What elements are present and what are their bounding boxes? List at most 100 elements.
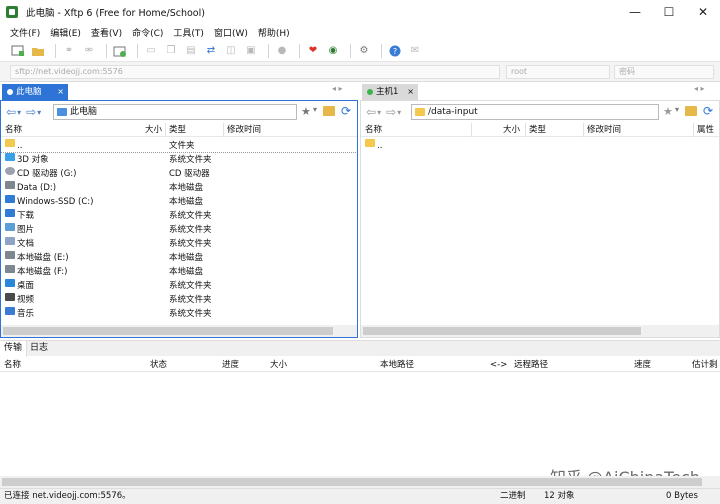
tab-local[interactable]: 此电脑 × [2,84,68,100]
remote-horizontal-scrollbar[interactable] [361,325,719,337]
open-folder-icon[interactable] [30,44,46,58]
chevron-down-icon[interactable]: ▾ [377,108,381,117]
disconnect-icon[interactable]: ⚮ [81,44,97,58]
minimize-button[interactable]: — [618,0,652,24]
column-divider[interactable] [525,123,526,137]
new-session-icon[interactable] [10,44,26,58]
chevron-down-icon[interactable]: ▾ [313,105,317,114]
column-attributes[interactable]: 属性 [697,123,714,137]
refresh-icon[interactable]: ⟳ [703,104,713,118]
delete-icon[interactable]: ▣ [243,44,259,58]
column-modified[interactable]: 修改时间 [227,123,261,137]
list-item[interactable]: CD 驱动器 (G:) CD 驱动器 [1,167,356,181]
column-size[interactable]: 大小 [270,358,287,372]
sync-arrows-icon[interactable]: ⇄ [203,44,219,58]
chevron-down-icon[interactable]: ▾ [17,108,21,117]
list-item[interactable]: 视频 系统文件夹 [1,293,356,307]
connect-icon[interactable]: ⚭ [61,44,77,58]
forward-arrow-icon[interactable]: ⇨ [26,105,36,119]
list-item[interactable]: 本地磁盘 (F:) 本地磁盘 [1,265,356,279]
column-size[interactable]: 大小 [503,123,520,137]
list-item[interactable]: 本地磁盘 (E:) 本地磁盘 [1,251,356,265]
menu-edit[interactable]: 编辑(E) [50,26,81,39]
column-modified[interactable]: 修改时间 [587,123,621,137]
menu-tools[interactable]: 工具(T) [173,26,204,39]
compare-icon[interactable]: ◫ [223,44,239,58]
transfer-horizontal-scrollbar[interactable] [0,476,720,488]
list-item[interactable]: 下载 系统文件夹 [1,209,356,223]
bookmark-star-icon[interactable]: ★ [301,105,311,118]
paste-icon[interactable]: ▤ [183,44,199,58]
column-name[interactable]: 名称 [5,123,22,137]
list-item[interactable]: 文档 系统文件夹 [1,237,356,251]
remote-path-field[interactable]: /data-input [411,104,659,120]
username-input[interactable]: root [506,65,610,79]
back-arrow-icon[interactable]: ⇦ [366,105,376,119]
parent-folder-icon[interactable] [685,106,697,116]
tab-transfer[interactable]: 传输 [0,341,28,357]
close-button[interactable]: ✕ [686,0,720,24]
tab-host1[interactable]: 主机1 × [362,84,418,100]
column-progress[interactable]: 进度 [222,358,239,372]
refresh-icon[interactable]: ⟳ [341,104,351,118]
help-icon[interactable]: ? [387,44,403,58]
close-icon[interactable]: × [57,84,64,100]
list-item[interactable]: .. [361,139,716,153]
column-name[interactable]: 名称 [4,358,21,372]
list-item[interactable]: 桌面 系统文件夹 [1,279,356,293]
column-name[interactable]: 名称 [365,123,382,137]
properties-icon[interactable]: ● [274,44,290,58]
gear-icon[interactable]: ⚙ [356,44,372,58]
menu-view[interactable]: 查看(V) [91,26,122,39]
xftp-icon[interactable]: ◉ [325,44,341,58]
column-divider[interactable] [471,123,472,137]
list-item[interactable]: .. 文件夹 [1,139,356,153]
column-divider[interactable] [165,123,166,137]
xshell-icon[interactable]: ❤ [305,44,321,58]
list-item[interactable]: 图片 系统文件夹 [1,223,356,237]
menu-window[interactable]: 窗口(W) [214,26,248,39]
column-status[interactable]: 状态 [150,358,167,372]
chevron-down-icon[interactable]: ▾ [397,108,401,117]
column-type[interactable]: 类型 [169,123,186,137]
list-item[interactable]: Windows-SSD (C:) 本地磁盘 [1,195,356,209]
local-horizontal-scrollbar[interactable] [1,325,357,337]
bookmark-star-icon[interactable]: ★ [663,105,673,118]
maximize-button[interactable]: ☐ [652,0,686,24]
list-item[interactable]: Data (D:) 本地磁盘 [1,181,356,195]
menu-help[interactable]: 帮助(H) [258,26,290,39]
close-icon[interactable]: × [407,84,414,100]
forward-arrow-icon[interactable]: ⇨ [386,105,396,119]
column-direction[interactable]: <-> [490,358,507,372]
local-path-field[interactable]: 此电脑 [53,104,297,120]
scroll-thumb[interactable] [363,327,641,335]
column-divider[interactable] [693,123,694,137]
scroll-thumb[interactable] [3,327,333,335]
column-speed[interactable]: 速度 [634,358,651,372]
host-input[interactable]: sftp://net.videojj.com:5576 [10,65,500,79]
tab-scroll-icon[interactable]: ◂ ▸ [332,84,343,93]
column-divider[interactable] [583,123,584,137]
comment-icon[interactable]: ✉ [407,44,423,58]
tab-log[interactable]: 日志 [30,341,48,357]
back-arrow-icon[interactable]: ⇦ [6,105,16,119]
tab-scroll-icon[interactable]: ◂ ▸ [694,84,705,93]
menu-command[interactable]: 命令(C) [132,26,163,39]
scroll-thumb[interactable] [2,478,702,486]
copy-icon[interactable]: ❐ [163,44,179,58]
terminal-icon[interactable]: ▭ [143,44,159,58]
menu-file[interactable]: 文件(F) [10,26,40,39]
password-input[interactable]: 密码 [614,65,714,79]
list-item[interactable]: 音乐 系统文件夹 [1,307,356,321]
parent-folder-icon[interactable] [323,106,335,116]
chevron-down-icon[interactable]: ▾ [37,108,41,117]
list-item[interactable]: 3D 对象 系统文件夹 [1,153,356,167]
column-remote-path[interactable]: 远程路径 [514,358,548,372]
new-folder-icon[interactable] [112,44,128,58]
column-local-path[interactable]: 本地路径 [380,358,414,372]
column-eta[interactable]: 估计剩 [692,358,718,372]
column-divider[interactable] [223,123,224,137]
chevron-down-icon[interactable]: ▾ [675,105,679,114]
column-size[interactable]: 大小 [145,123,162,137]
column-type[interactable]: 类型 [529,123,546,137]
